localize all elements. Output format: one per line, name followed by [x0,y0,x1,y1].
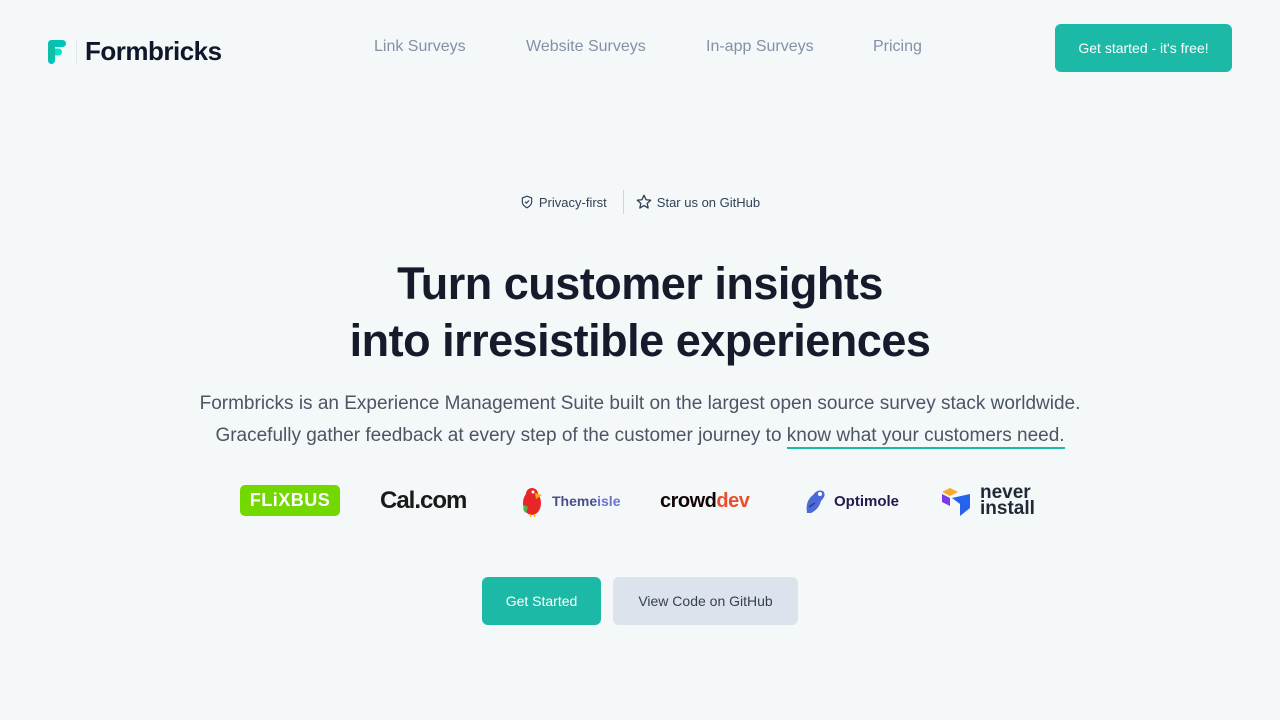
nav-link-surveys[interactable]: Link Surveys [374,38,466,56]
privacy-first-label: Privacy-first [538,194,607,210]
neverinstall-text: never install [980,483,1035,519]
flixbus-logo: FLiXBUS [240,485,340,516]
hero-badges: Privacy-first Star us on GitHub [0,190,1280,214]
crowddev-text-dev: dev [716,489,750,512]
neverinstall-logo: never install [940,480,1035,522]
star-on-github-label: Star us on GitHub [656,194,761,210]
themeisle-logo: Theme isle [520,480,620,522]
badge-divider [622,190,624,214]
nav-in-app-surveys[interactable]: In-app Surveys [706,38,814,56]
star-on-github-link[interactable]: Star us on GitHub [636,194,760,210]
privacy-first-badge[interactable]: Privacy-first [520,194,607,210]
crowddev-logo: crowd dev [660,480,750,522]
themeisle-text-isle: isle [597,493,621,509]
hero-subtitle-line-1: Formbricks is an Experience Management S… [199,393,1081,414]
themeisle-text-theme: Theme [552,493,598,509]
know-customers-link[interactable]: know what your customers need. [786,425,1065,449]
hero-title-line-2: into irresistible experiences [349,315,931,366]
view-code-on-github-button[interactable]: View Code on GitHub [613,577,798,625]
nav-website-surveys[interactable]: Website Surveys [526,38,646,56]
hero-title-line-1: Turn customer insights [397,258,883,309]
hero-subtitle: Formbricks is an Experience Management S… [0,388,1280,452]
hero-title: Turn customer insights into irresistible… [0,255,1280,369]
get-started-free-button[interactable]: Get started - it's free! [1055,24,1232,72]
calcom-logo: Cal.com [380,487,467,514]
optimole-text: Optimole [834,492,900,510]
neverinstall-text-line-2: install [980,498,1035,519]
shield-check-icon [521,195,533,209]
neverinstall-mark-icon [942,488,970,516]
parrot-icon [523,488,542,517]
star-icon [636,194,652,209]
customer-logos: FLiXBUS Cal.com Theme isle crowd dev Optim… [0,480,1280,522]
site-header: Formbricks Link Surveys Website Surveys … [0,0,1280,96]
get-started-button[interactable]: Get Started [482,577,601,625]
optimole-logo: Optimole [803,480,899,522]
nav-pricing[interactable]: Pricing [873,38,922,56]
optimole-mascot-icon [806,490,825,513]
hero-subtitle-line-2: Gracefully gather feedback at every step… [215,425,787,446]
crowddev-text-crowd: crowd [660,489,717,512]
